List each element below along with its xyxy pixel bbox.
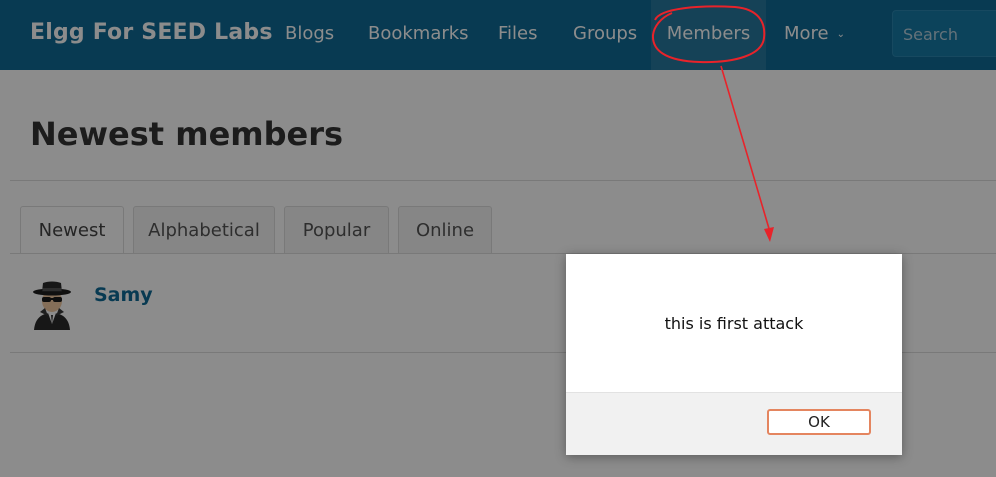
ok-button[interactable]: OK — [767, 409, 871, 435]
alert-dialog: this is first attack OK — [566, 254, 902, 455]
alert-footer: OK — [566, 392, 902, 455]
alert-message: this is first attack — [664, 314, 804, 333]
